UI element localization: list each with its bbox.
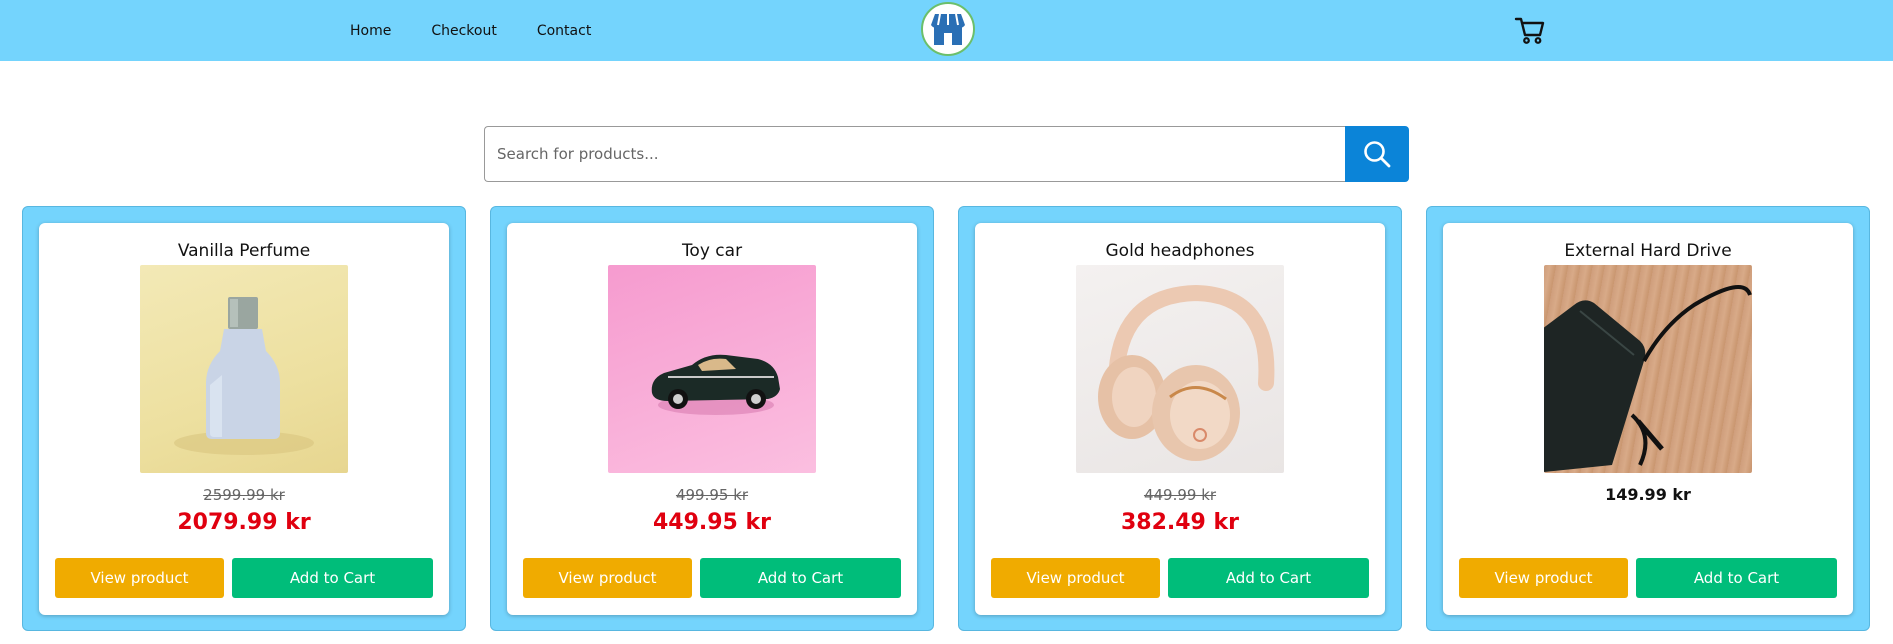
sale-price: 382.49 kr	[1120, 510, 1240, 535]
hard-drive-illustration	[1544, 285, 1752, 472]
top-navbar: Home Checkout Contact	[0, 0, 1893, 61]
product-card: Toy car 499.95 kr 449.95 kr View product…	[507, 223, 917, 615]
product-actions: View product Add to Cart	[523, 558, 901, 598]
product-grid: Vanilla Perfume 2599.99 kr 2079.99 kr Vi…	[22, 206, 1872, 631]
view-product-button[interactable]: View product	[991, 558, 1160, 598]
search-input[interactable]	[484, 126, 1345, 182]
add-to-cart-button[interactable]: Add to Cart	[1168, 558, 1369, 598]
product-image-hard-drive[interactable]	[1544, 265, 1752, 473]
cart-button[interactable]	[1514, 14, 1546, 46]
search-icon	[1364, 141, 1391, 168]
product-image-headphones[interactable]	[1076, 265, 1284, 473]
sale-price: 449.95 kr	[652, 510, 772, 535]
product-image-toy-car[interactable]	[608, 265, 816, 473]
product-title: Gold headphones	[1105, 241, 1255, 261]
product-card-wrapper: External Hard Drive 149.99 kr View produ…	[1426, 206, 1870, 631]
nav-checkout-link[interactable]: Checkout	[431, 23, 497, 39]
shopping-cart-icon	[1514, 17, 1545, 44]
product-card: Gold headphones 449.99 kr 382.49 kr View…	[975, 223, 1385, 615]
product-title: External Hard Drive	[1564, 241, 1732, 261]
store-logo[interactable]	[921, 2, 975, 56]
search-button[interactable]	[1345, 126, 1409, 182]
product-actions: View product Add to Cart	[55, 558, 433, 598]
search-bar	[484, 126, 1409, 182]
product-image-perfume[interactable]	[140, 265, 348, 473]
product-card-wrapper: Gold headphones 449.99 kr 382.49 kr View…	[958, 206, 1402, 631]
old-price: 2599.99 kr	[203, 486, 285, 504]
product-title: Toy car	[681, 241, 743, 261]
view-product-button[interactable]: View product	[523, 558, 692, 598]
product-card-wrapper: Vanilla Perfume 2599.99 kr 2079.99 kr Vi…	[22, 206, 466, 631]
view-product-button[interactable]: View product	[55, 558, 224, 598]
product-title: Vanilla Perfume	[177, 241, 311, 261]
view-product-button[interactable]: View product	[1459, 558, 1628, 598]
old-price: 449.99 kr	[1143, 486, 1217, 504]
nav-contact-link[interactable]: Contact	[537, 23, 591, 39]
main-nav: Home Checkout Contact	[350, 0, 591, 61]
add-to-cart-button[interactable]: Add to Cart	[232, 558, 433, 598]
sale-price: 2079.99 kr	[177, 510, 311, 535]
product-actions: View product Add to Cart	[991, 558, 1369, 598]
product-card: Vanilla Perfume 2599.99 kr 2079.99 kr Vi…	[39, 223, 449, 615]
product-actions: View product Add to Cart	[1459, 558, 1837, 598]
add-to-cart-button[interactable]: Add to Cart	[700, 558, 901, 598]
toy-car-illustration	[651, 354, 780, 415]
product-card: External Hard Drive 149.99 kr View produ…	[1443, 223, 1853, 615]
store-icon	[931, 13, 965, 45]
price: 149.99 kr	[1605, 485, 1691, 504]
perfume-bottle-illustration	[174, 297, 314, 455]
old-price: 499.95 kr	[675, 486, 749, 504]
product-card-wrapper: Toy car 499.95 kr 449.95 kr View product…	[490, 206, 934, 631]
add-to-cart-button[interactable]: Add to Cart	[1636, 558, 1837, 598]
nav-home-link[interactable]: Home	[350, 23, 391, 39]
headphones-illustration	[1098, 284, 1275, 461]
